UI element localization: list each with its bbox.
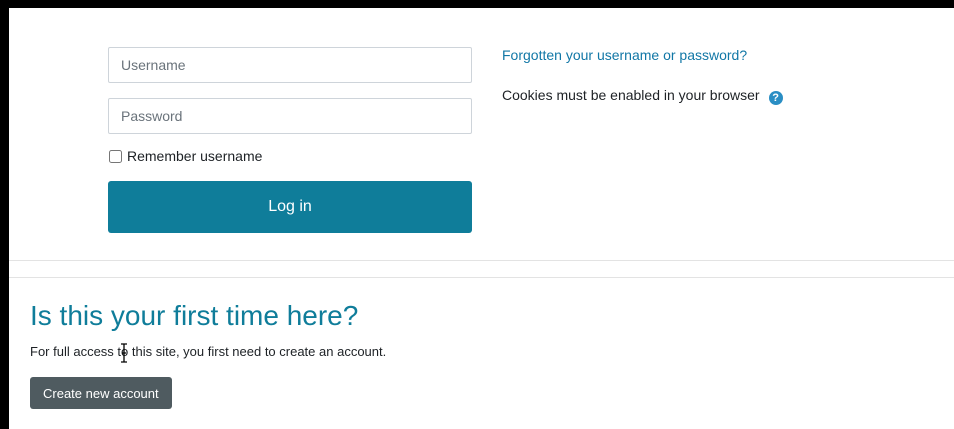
- remember-username-checkbox[interactable]: [109, 149, 122, 163]
- signup-section: Is this your first time here? For full a…: [30, 296, 386, 409]
- forgot-password-link[interactable]: Forgotten your username or password?: [502, 47, 783, 65]
- signup-title: Is this your first time here?: [30, 300, 359, 331]
- cookies-notice: Cookies must be enabled in your browser …: [502, 85, 783, 105]
- signup-text: For full access to this site, you first …: [30, 344, 387, 359]
- login-form: Remember username Log in: [108, 47, 472, 233]
- remember-username-label: Remember username: [127, 148, 263, 164]
- login-button[interactable]: Log in: [108, 181, 472, 233]
- section-divider: [9, 277, 954, 278]
- text-cursor-icon: [121, 343, 127, 363]
- question-circle-icon[interactable]: ?: [768, 91, 783, 105]
- username-input[interactable]: [108, 47, 472, 83]
- login-side-info: Forgotten your username or password? Coo…: [502, 47, 783, 105]
- password-input[interactable]: [108, 98, 472, 134]
- cookies-text: Cookies must be enabled in your browser: [502, 87, 760, 103]
- section-divider: [9, 260, 954, 261]
- remember-username[interactable]: Remember username: [108, 147, 472, 165]
- login-page: Remember username Log in Forgotten your …: [9, 8, 954, 429]
- create-account-button[interactable]: Create new account: [30, 377, 172, 409]
